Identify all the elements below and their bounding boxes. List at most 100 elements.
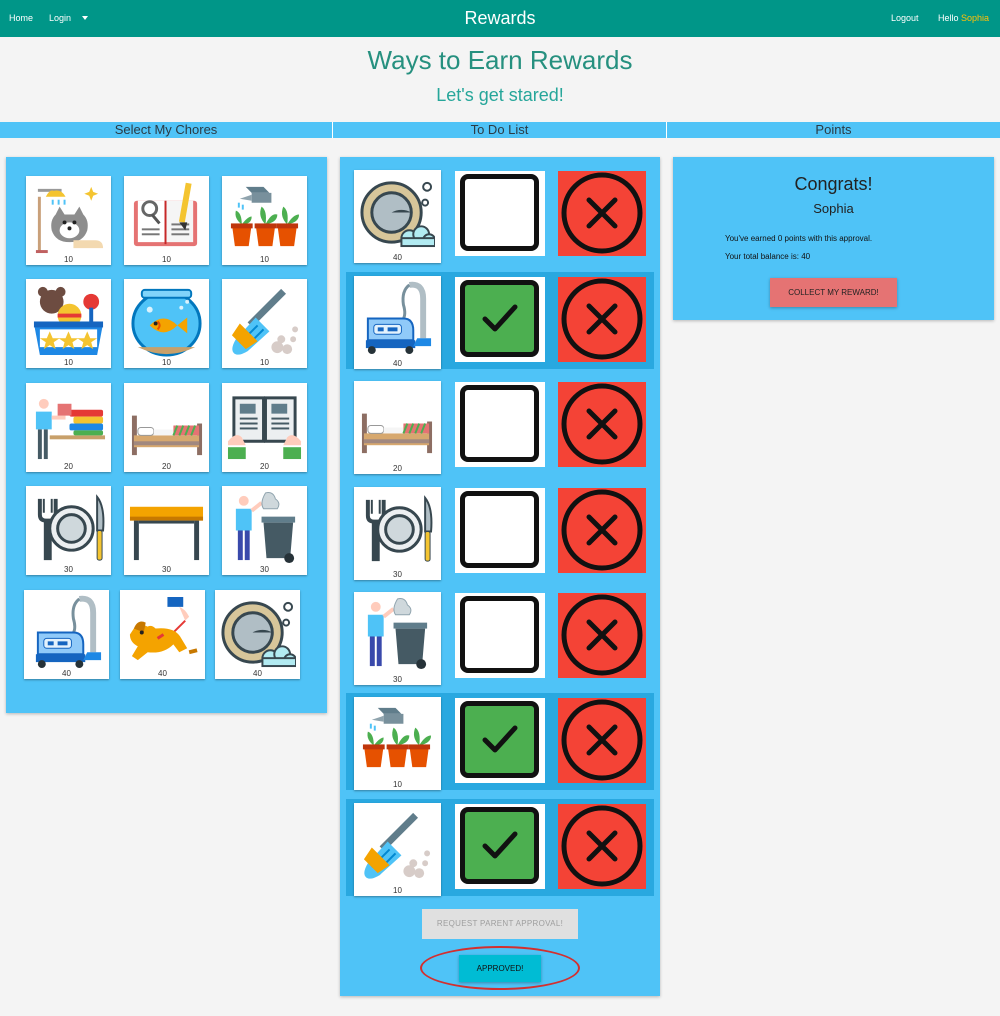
page-subtitle: Let's get stared! <box>436 85 564 105</box>
take-out-trash-icon <box>367 598 428 670</box>
balance-text: Your total balance is: 40 <box>725 252 811 261</box>
dog-shower-icon <box>35 186 104 254</box>
chore-points: 40 <box>253 669 262 678</box>
request-approval-button[interactable]: REQUEST PARENT APPROVAL! <box>422 909 578 939</box>
cancel-icon <box>561 383 643 465</box>
todo-chore-tile: 10 <box>354 697 441 790</box>
todo-chore-points: 30 <box>393 570 402 579</box>
chore-tile[interactable]: 20 <box>26 383 111 472</box>
done-checkbox[interactable] <box>455 488 545 573</box>
chore-points: 30 <box>260 565 269 574</box>
todo-chore-tile: 10 <box>354 803 441 896</box>
column-headers: Select My Chores To Do List Points <box>0 122 1000 138</box>
checkbox-frame <box>460 385 539 462</box>
remove-chore-button[interactable] <box>558 277 646 362</box>
greeting: Hello Sophia <box>938 13 989 23</box>
wash-dishes-icon <box>221 601 296 668</box>
chore-points: 10 <box>162 255 171 264</box>
broom-icon <box>363 812 431 879</box>
remove-chore-button[interactable] <box>558 804 646 889</box>
greeting-text: Hello <box>938 13 959 23</box>
chore-tile[interactable]: 20 <box>222 383 307 472</box>
checkmark-icon <box>482 304 518 332</box>
collect-reward-button[interactable]: COLLECT MY REWARD! <box>770 278 897 307</box>
user-name: Sophia <box>961 13 990 23</box>
chore-tile[interactable]: 20 <box>124 383 209 472</box>
chore-tile[interactable]: 30 <box>124 486 209 575</box>
page-title: Ways to Earn Rewards <box>367 45 633 75</box>
chore-points: 10 <box>260 255 269 264</box>
chore-points: 40 <box>62 669 71 678</box>
fold-laundry-icon <box>35 398 106 460</box>
todo-chore-tile: 30 <box>354 592 441 685</box>
done-checkbox[interactable] <box>455 698 545 783</box>
todo-chore-points: 10 <box>393 780 402 789</box>
remove-chore-button[interactable] <box>558 593 646 678</box>
chore-tile[interactable]: 10 <box>26 279 111 368</box>
done-checkbox[interactable] <box>455 277 545 362</box>
header-select-chores: Select My Chores <box>114 122 218 137</box>
vacuum-icon <box>35 595 102 669</box>
chore-tile[interactable]: 40 <box>24 590 109 679</box>
cancel-icon <box>561 805 643 887</box>
remove-chore-button[interactable] <box>558 382 646 467</box>
todo-chore-tile: 40 <box>354 170 441 263</box>
make-bed-icon <box>361 413 433 454</box>
done-checkbox[interactable] <box>455 171 545 256</box>
set-table-icon <box>37 494 105 561</box>
todo-chore-points: 20 <box>393 464 402 473</box>
done-checkbox[interactable] <box>455 382 545 467</box>
header-points: Points <box>815 122 852 137</box>
chore-tile[interactable]: 10 <box>26 176 111 265</box>
water-plants-icon <box>230 186 300 247</box>
chore-points: 20 <box>64 462 73 471</box>
remove-chore-button[interactable] <box>558 171 646 256</box>
cancel-icon <box>561 172 643 254</box>
chore-tile[interactable]: 10 <box>124 279 209 368</box>
chore-tile[interactable]: 10 <box>222 279 307 368</box>
cancel-icon <box>561 699 643 781</box>
done-checkbox[interactable] <box>455 804 545 889</box>
chore-points: 30 <box>162 565 171 574</box>
remove-chore-button[interactable] <box>558 698 646 783</box>
todo-chore-points: 10 <box>393 886 402 895</box>
chore-tile[interactable]: 30 <box>222 486 307 575</box>
chore-tile[interactable]: 40 <box>215 590 300 679</box>
todo-chore-tile: 30 <box>354 487 441 580</box>
checkbox-frame <box>460 596 539 673</box>
chore-tile[interactable]: 30 <box>26 486 111 575</box>
congrats-name: Sophia <box>813 201 854 216</box>
homework-book-icon <box>133 182 198 247</box>
todo-chore-points: 30 <box>393 675 402 684</box>
chore-points: 10 <box>64 255 73 264</box>
chore-points: 30 <box>64 565 73 574</box>
wash-dishes-icon <box>360 181 435 248</box>
chore-points: 20 <box>260 462 269 471</box>
chore-tile[interactable]: 40 <box>120 590 205 679</box>
chore-tile[interactable]: 10 <box>124 176 209 265</box>
todo-chore-points: 40 <box>393 253 402 262</box>
approved-button[interactable]: APPROVED! <box>459 955 541 982</box>
set-table-icon <box>365 495 433 562</box>
cancel-icon <box>561 278 643 360</box>
logout-link[interactable]: Logout <box>891 13 919 23</box>
reading-icon <box>227 396 302 460</box>
chore-points: 20 <box>162 462 171 471</box>
chore-points: 10 <box>260 358 269 367</box>
walk-dog-icon <box>129 596 198 661</box>
chore-points: 10 <box>162 358 171 367</box>
header-todo-list: To Do List <box>470 122 529 137</box>
todo-chore-points: 40 <box>393 359 402 368</box>
chore-points: 40 <box>158 669 167 678</box>
cancel-icon <box>561 489 643 571</box>
app-title: Rewards <box>464 8 536 28</box>
fish-bowl-icon <box>131 288 202 357</box>
done-checkbox[interactable] <box>455 593 545 678</box>
toy-box-icon <box>33 286 104 356</box>
checkmark-icon <box>482 831 518 859</box>
cancel-icon <box>561 594 643 676</box>
remove-chore-button[interactable] <box>558 488 646 573</box>
chore-tile[interactable]: 10 <box>222 176 307 265</box>
congrats-title: Congrats! <box>794 174 873 194</box>
checkmark-icon <box>482 725 518 753</box>
